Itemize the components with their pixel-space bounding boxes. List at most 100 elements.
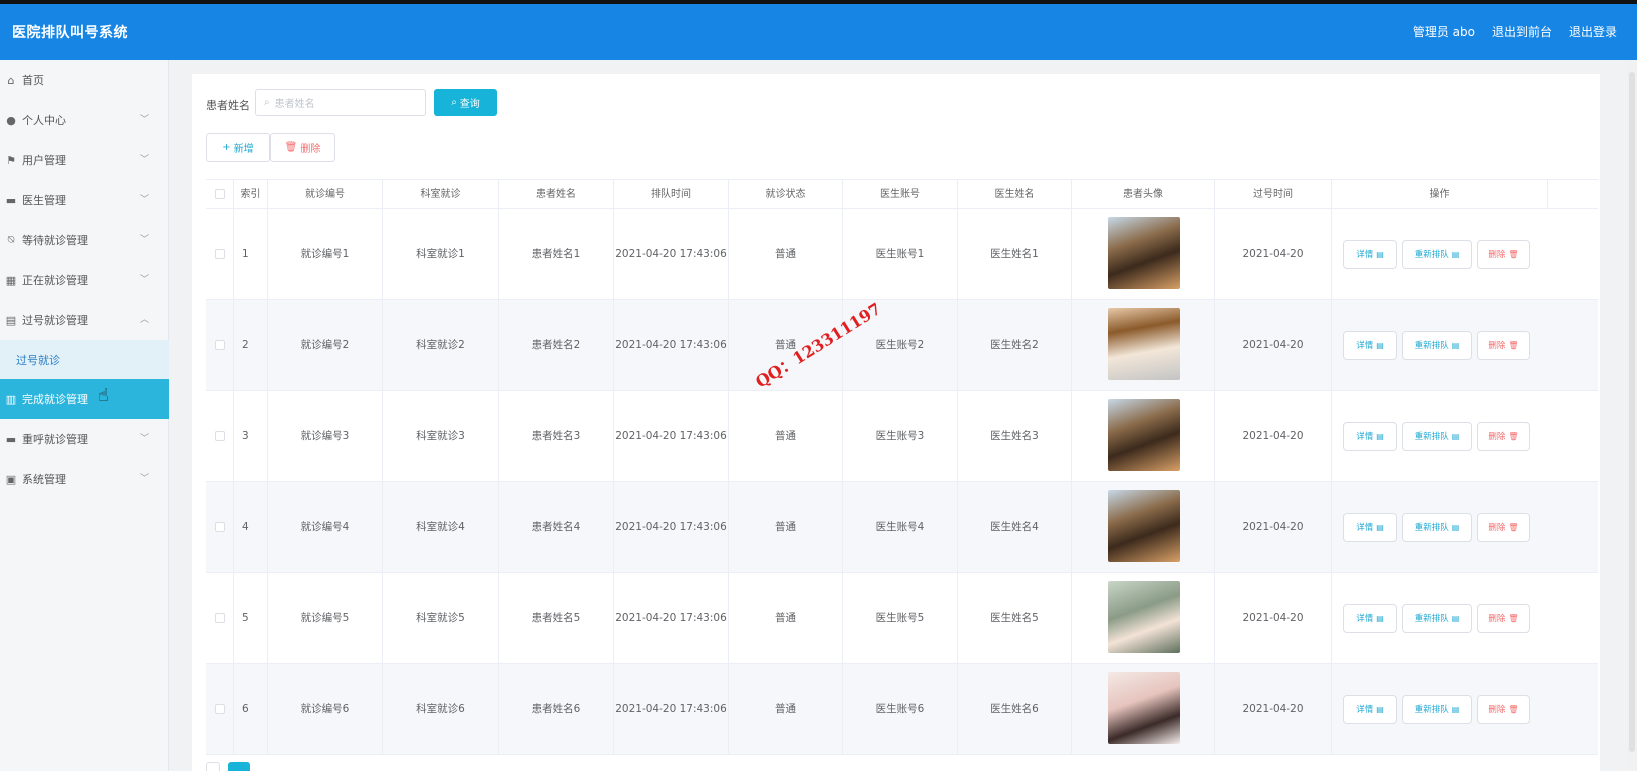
cell-dept: 科室就诊6 — [383, 664, 499, 754]
delete-button[interactable]: 🗑 删除 — [270, 133, 335, 162]
app-header: 医院排队叫号系统 管理员 abo 退出到前台 退出登录 — [0, 4, 1637, 60]
row-checkbox[interactable] — [214, 340, 225, 350]
sidebar-item-passed[interactable]: ▤ 过号就诊管理 ︿ — [0, 300, 169, 340]
cell-doc-acct: 医生账号1 — [843, 209, 958, 299]
cell-avatar — [1072, 664, 1215, 754]
column-header[interactable]: 科室就诊 — [383, 180, 499, 209]
row-checkbox[interactable] — [214, 613, 225, 623]
sidebar-item-recall[interactable]: ▬ 重呼就诊管理 ﹀ — [0, 419, 169, 459]
column-header[interactable]: 医生账号 — [843, 180, 958, 209]
column-header[interactable]: 就诊状态 — [729, 180, 843, 209]
sidebar-item-users[interactable]: ⚑ 用户管理 ﹀ — [0, 140, 169, 180]
sidebar-item-home[interactable]: ⌂ 首页 — [0, 60, 169, 100]
sidebar-item-completed[interactable]: ▥ 完成就诊管理 — [0, 379, 169, 419]
back-to-front-link[interactable]: 退出到前台 — [1492, 23, 1552, 40]
row-delete-button[interactable]: 删除 🗑 — [1477, 239, 1530, 269]
sidebar-item-label: 重呼就诊管理 — [22, 433, 88, 446]
cell-doc-acct: 医生账号4 — [843, 482, 958, 572]
logout-link[interactable]: 退出登录 — [1569, 23, 1617, 40]
document-icon: ▤ — [1451, 704, 1460, 714]
trash-icon: 🗑 — [1508, 340, 1519, 350]
search-icon: ⌕ — [264, 97, 270, 108]
chevron-down-icon: ﹀ — [139, 275, 149, 285]
sidebar-item-label: 过号就诊管理 — [22, 314, 88, 327]
chevron-down-icon: ﹀ — [139, 195, 149, 205]
detail-button[interactable]: 详情 ▤ — [1343, 421, 1397, 451]
scrollbar[interactable] — [1627, 60, 1637, 771]
requeue-button[interactable]: 重新排队 ▤ — [1402, 239, 1472, 269]
cell-visit-no: 就诊编号4 — [268, 482, 383, 572]
sidebar-item-in-progress[interactable]: ▦ 正在就诊管理 ﹀ — [0, 260, 169, 300]
chevron-down-icon: ﹀ — [139, 434, 149, 444]
row-delete-button[interactable]: 删除 🗑 — [1477, 603, 1530, 633]
column-header[interactable]: 就诊编号 — [268, 180, 383, 209]
cell-index: 5 — [234, 573, 268, 663]
cell-patient: 患者姓名6 — [499, 664, 614, 754]
page-size-select[interactable] — [206, 762, 220, 771]
row-checkbox[interactable] — [214, 249, 225, 259]
cell-dept: 科室就诊5 — [383, 573, 499, 663]
sidebar: ⌂ 首页 ● 个人中心 ﹀ ⚑ 用户管理 ﹀ ▬ 医生管理 ﹀ ⍉ 等待就诊管理… — [0, 60, 169, 771]
row-checkbox[interactable] — [214, 522, 225, 532]
row-actions: 详情 ▤ 重新排队 ▤ 删除 🗑 — [1343, 573, 1530, 663]
admin-label[interactable]: 管理员 abo — [1413, 23, 1475, 40]
requeue-button[interactable]: 重新排队 ▤ — [1402, 694, 1472, 724]
chevron-up-icon: ︿ — [139, 315, 149, 325]
column-header[interactable]: 索引 — [234, 180, 268, 209]
scrollbar-thumb[interactable] — [1629, 72, 1635, 752]
sidebar-item-personal[interactable]: ● 个人中心 ﹀ — [0, 100, 169, 140]
cell-dept: 科室就诊4 — [383, 482, 499, 572]
row-checkbox[interactable] — [214, 431, 225, 441]
sidebar-item-system[interactable]: ▣ 系统管理 ﹀ — [0, 459, 169, 499]
detail-button[interactable]: 详情 ▤ — [1343, 330, 1397, 360]
document-icon: ▤ — [1376, 340, 1384, 350]
detail-button[interactable]: 详情 ▤ — [1343, 512, 1397, 542]
button-label: 重新排队 — [1414, 341, 1449, 351]
column-header[interactable]: 患者头像 — [1072, 180, 1215, 209]
column-header[interactable]: 医生姓名 — [958, 180, 1072, 209]
select-all-checkbox[interactable] — [214, 189, 225, 199]
user-icon: ● — [6, 113, 16, 127]
column-header[interactable]: 过号时间 — [1215, 180, 1332, 209]
button-label: 详情 — [1356, 705, 1374, 715]
document-icon: ▤ — [1451, 613, 1460, 623]
column-header[interactable]: 排队时间 — [614, 180, 729, 209]
cell-index: 4 — [234, 482, 268, 572]
page-number-current[interactable] — [228, 762, 250, 771]
button-label: 重新排队 — [1414, 614, 1449, 624]
requeue-button[interactable]: 重新排队 ▤ — [1402, 512, 1472, 542]
query-button[interactable]: ⌕ 查询 — [434, 89, 497, 116]
home-icon: ⌂ — [7, 73, 15, 87]
sidebar-subitem-passed-visit[interactable]: 过号就诊 — [0, 340, 169, 379]
sidebar-item-waiting[interactable]: ⍉ 等待就诊管理 ﹀ — [0, 220, 169, 260]
button-label: 详情 — [1356, 614, 1374, 624]
requeue-button[interactable]: 重新排队 ▤ — [1402, 603, 1472, 633]
requeue-button[interactable]: 重新排队 ▤ — [1402, 421, 1472, 451]
chevron-down-icon: ﹀ — [139, 155, 149, 165]
row-delete-button[interactable]: 删除 🗑 — [1477, 421, 1530, 451]
detail-button[interactable]: 详情 ▤ — [1343, 239, 1397, 269]
plus-icon: + — [222, 142, 231, 153]
cell-pass-time: 2021-04-20 — [1215, 573, 1332, 663]
patient-name-input[interactable]: ⌕ 患者姓名 — [255, 89, 426, 116]
sidebar-item-doctors[interactable]: ▬ 医生管理 ﹀ — [0, 180, 169, 220]
button-label: 重新排队 — [1414, 705, 1449, 715]
chevron-down-icon: ﹀ — [139, 474, 149, 484]
select-all-cell — [206, 180, 234, 209]
add-button-label: 新增 — [233, 144, 254, 155]
requeue-button[interactable]: 重新排队 ▤ — [1402, 330, 1472, 360]
detail-button[interactable]: 详情 ▤ — [1343, 694, 1397, 724]
button-label: 删除 — [1488, 705, 1506, 715]
button-label: 删除 — [1488, 614, 1506, 624]
add-button[interactable]: + 新增 — [206, 133, 270, 162]
sidebar-item-label: 等待就诊管理 — [22, 234, 88, 247]
row-checkbox[interactable] — [214, 704, 225, 714]
column-header[interactable]: 患者姓名 — [499, 180, 614, 209]
button-label: 删除 — [1488, 432, 1506, 442]
row-delete-button[interactable]: 删除 🗑 — [1477, 330, 1530, 360]
row-delete-button[interactable]: 删除 🗑 — [1477, 512, 1530, 542]
row-delete-button[interactable]: 删除 🗑 — [1477, 694, 1530, 724]
detail-button[interactable]: 详情 ▤ — [1343, 603, 1397, 633]
grid-icon: ▦ — [5, 273, 17, 287]
cell-queue-time: 2021-04-20 17:43:06 — [614, 300, 729, 390]
